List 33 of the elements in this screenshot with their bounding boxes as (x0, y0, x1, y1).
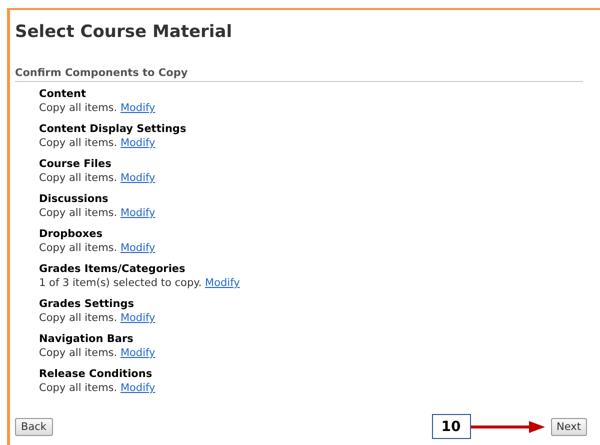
arrow-icon (470, 420, 545, 432)
component-summary: Copy all items. Modify (39, 171, 156, 185)
back-button[interactable]: Back (15, 418, 52, 436)
component-name: Grades Settings (39, 298, 134, 311)
component-summary: Copy all items. Modify (39, 241, 156, 255)
page-title: Select Course Material (15, 22, 234, 42)
component-summary: 1 of 3 item(s) selected to copy. Modify (39, 276, 241, 290)
component-name: Navigation Bars (39, 333, 134, 346)
component-summary: Copy all items. Modify (39, 311, 156, 325)
modify-link[interactable]: Modify (120, 382, 156, 394)
component-summary: Copy all items. Modify (39, 346, 156, 360)
modify-link[interactable]: Modify (120, 102, 156, 114)
component-summary: Copy all items. Modify (39, 101, 156, 115)
modify-link[interactable]: Modify (120, 207, 156, 219)
component-name: Course Files (39, 158, 112, 171)
component-summary: Copy all items. Modify (39, 136, 156, 150)
component-name: Content Display Settings (39, 123, 186, 136)
modify-link[interactable]: Modify (205, 277, 240, 289)
component-summary: Copy all items. Modify (39, 206, 156, 220)
component-name: Dropboxes (39, 228, 102, 241)
modify-link[interactable]: Modify (120, 347, 156, 359)
component-name: Release Conditions (39, 368, 152, 381)
modify-link[interactable]: Modify (120, 137, 156, 149)
component-name: Discussions (39, 193, 108, 206)
next-button[interactable]: Next (550, 418, 587, 436)
component-summary: Copy all items. Modify (39, 381, 156, 395)
section-heading: Confirm Components to Copy (15, 67, 583, 82)
modify-link[interactable]: Modify (120, 172, 156, 184)
step-callout: 10 (432, 414, 471, 439)
modify-link[interactable]: Modify (120, 312, 156, 324)
component-name: Grades Items/Categories (39, 263, 186, 276)
modify-link[interactable]: Modify (120, 242, 156, 254)
component-name: Content (39, 88, 86, 101)
